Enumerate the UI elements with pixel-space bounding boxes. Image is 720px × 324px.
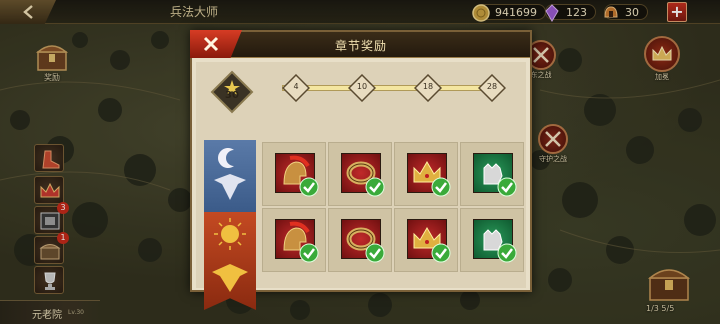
- dialog-body: 30 4 10 18 28: [196, 62, 526, 310]
- dialog-title: 章节奖励: [334, 39, 387, 53]
- reward-tile[interactable]: [328, 142, 392, 206]
- milestone-4: 28: [478, 74, 506, 102]
- reward-tile[interactable]: [460, 208, 524, 272]
- progress-track: [282, 85, 488, 91]
- checkmark-icon: [365, 177, 385, 197]
- reward-tile[interactable]: [394, 208, 458, 272]
- reward-tile[interactable]: [460, 142, 524, 206]
- reward-tile[interactable]: [262, 142, 326, 206]
- milestone-1: 4: [282, 74, 310, 102]
- milestone-2: 10: [348, 74, 376, 102]
- checkmark-icon: [365, 243, 385, 263]
- milestone-1-value: 4: [293, 82, 299, 91]
- reward-tile[interactable]: [262, 208, 326, 272]
- reward-tile[interactable]: [394, 142, 458, 206]
- checkmark-icon: [497, 243, 517, 263]
- crescent-eagle-banner-icon: [214, 148, 246, 200]
- checkmark-icon: [299, 243, 319, 263]
- checkmark-icon: [431, 243, 451, 263]
- chapter-rewards-dialog: 章节奖励 30 4 10 18 28: [190, 30, 532, 310]
- milestone-2-value: 10: [356, 82, 368, 91]
- dialog-header: 章节奖励: [192, 32, 530, 58]
- tier-1-banner: [204, 140, 256, 214]
- tier-2-banner: [204, 212, 256, 310]
- star-count: 30: [225, 90, 239, 101]
- milestone-3-value: 18: [422, 82, 434, 91]
- close-icon: [203, 36, 219, 52]
- checkmark-icon: [497, 177, 517, 197]
- reward-tile[interactable]: [328, 208, 392, 272]
- checkmark-icon: [299, 177, 319, 197]
- checkmark-icon: [431, 177, 451, 197]
- milestone-4-value: 28: [486, 82, 498, 91]
- sun-eagle-banner-icon: [212, 218, 248, 292]
- milestone-3: 18: [414, 74, 442, 102]
